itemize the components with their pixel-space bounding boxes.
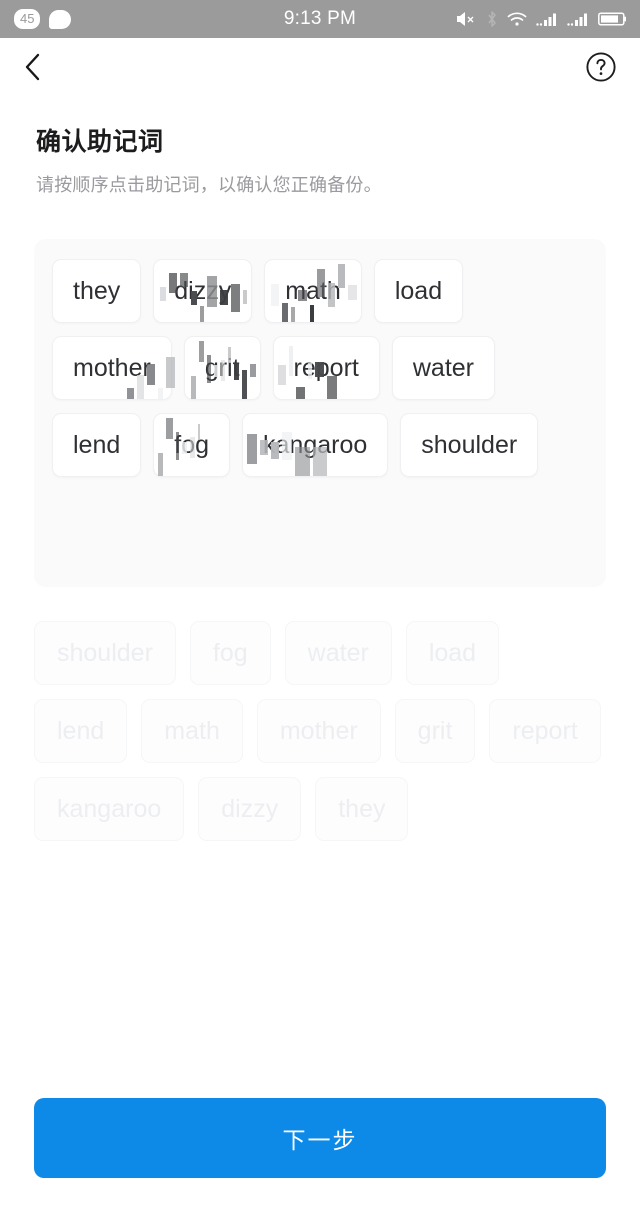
selected-word-label: report	[293, 353, 359, 382]
word-bank-chip[interactable]: report	[489, 699, 601, 763]
selected-word-label: fog	[174, 430, 210, 459]
back-button[interactable]	[22, 49, 62, 89]
selected-word-label: load	[394, 276, 443, 305]
word-bank-chip[interactable]: shoulder	[34, 621, 176, 685]
selected-word-chip[interactable]: grit	[183, 336, 261, 400]
word-bank-label: load	[428, 638, 477, 667]
navigation-bar	[0, 38, 640, 100]
word-bank-chip[interactable]: water	[284, 621, 392, 685]
chevron-left-icon	[22, 52, 44, 87]
selected-word-chip[interactable]: report	[272, 336, 380, 400]
selected-word-label: dizzy	[174, 276, 232, 305]
selected-word-chip[interactable]: they	[52, 259, 142, 323]
word-bank-label: report	[512, 716, 578, 745]
selected-words-panel: they dizzy math load mother grit report water le…	[34, 239, 606, 587]
selected-word-chip[interactable]: fog	[153, 413, 231, 477]
word-bank-chip[interactable]: grit	[394, 699, 476, 763]
word-bank-label: kangaroo	[57, 794, 162, 823]
status-bar-right	[455, 10, 626, 28]
selected-word-chip[interactable]: water	[391, 336, 495, 400]
word-bank-chip[interactable]: kangaroo	[34, 777, 185, 841]
word-bank: shoulder fog water load lend math mother grit re…	[34, 621, 606, 841]
word-bank-label: lend	[57, 716, 105, 745]
selected-word-chip[interactable]: load	[373, 259, 464, 323]
selected-word-chip[interactable]: dizzy	[153, 259, 253, 323]
word-bank-label: dizzy	[221, 794, 279, 823]
bluetooth-icon	[486, 10, 498, 28]
selected-word-chip[interactable]: shoulder	[400, 413, 539, 477]
help-button[interactable]	[584, 51, 618, 88]
word-bank-label: mother	[279, 716, 358, 745]
word-bank-chip[interactable]: mother	[256, 699, 381, 763]
word-bank-chip[interactable]: lend	[34, 699, 128, 763]
selected-word-label: mother	[73, 353, 151, 382]
selected-word-label: kangaroo	[263, 430, 368, 459]
signal-bars-2-icon	[567, 11, 589, 27]
selected-word-label: grit	[204, 353, 240, 382]
page-title: 确认助记词	[36, 128, 164, 156]
selected-word-label: lend	[73, 430, 121, 459]
selected-word-chip[interactable]: lend	[52, 413, 142, 477]
word-bank-label: water	[307, 638, 369, 667]
word-bank-chip[interactable]: they	[315, 777, 409, 841]
selected-word-label: they	[73, 276, 121, 305]
wifi-icon	[507, 11, 527, 27]
word-bank-chip[interactable]: dizzy	[198, 777, 302, 841]
battery-icon	[598, 11, 626, 27]
word-bank-label: fog	[212, 638, 248, 667]
word-bank-chip[interactable]: math	[141, 699, 243, 763]
word-bank-chip[interactable]: load	[405, 621, 500, 685]
selected-word-label: math	[285, 276, 341, 305]
page-heading: 确认助记词 请按顺序点击助记词，以确认您正确备份。	[0, 100, 640, 197]
word-bank-label: they	[338, 794, 386, 823]
status-bar: 45 9:13 PM	[0, 0, 640, 38]
word-bank-chip[interactable]: fog	[189, 621, 271, 685]
question-circle-icon	[585, 51, 617, 88]
signal-bars-icon	[536, 11, 558, 27]
word-bank-label: shoulder	[57, 638, 153, 667]
footer: 下一步	[0, 1098, 640, 1220]
selected-word-chip[interactable]: math	[264, 259, 362, 323]
word-bank-label: math	[164, 716, 220, 745]
selected-word-chip[interactable]: kangaroo	[242, 413, 389, 477]
selected-word-label: shoulder	[421, 430, 518, 459]
next-step-button[interactable]: 下一步	[34, 1098, 606, 1178]
word-bank-label: grit	[417, 716, 453, 745]
page-subtitle: 请按顺序点击助记词，以确认您正确备份。	[36, 175, 382, 195]
volume-mute-icon	[455, 10, 477, 28]
selected-word-chip[interactable]: mother	[52, 336, 176, 400]
selected-word-label: water	[412, 353, 474, 382]
app-screen: 45 9:13 PM 确认助记词 请按顺序点击助记词，以确认您正确备份。 the…	[0, 0, 640, 1220]
